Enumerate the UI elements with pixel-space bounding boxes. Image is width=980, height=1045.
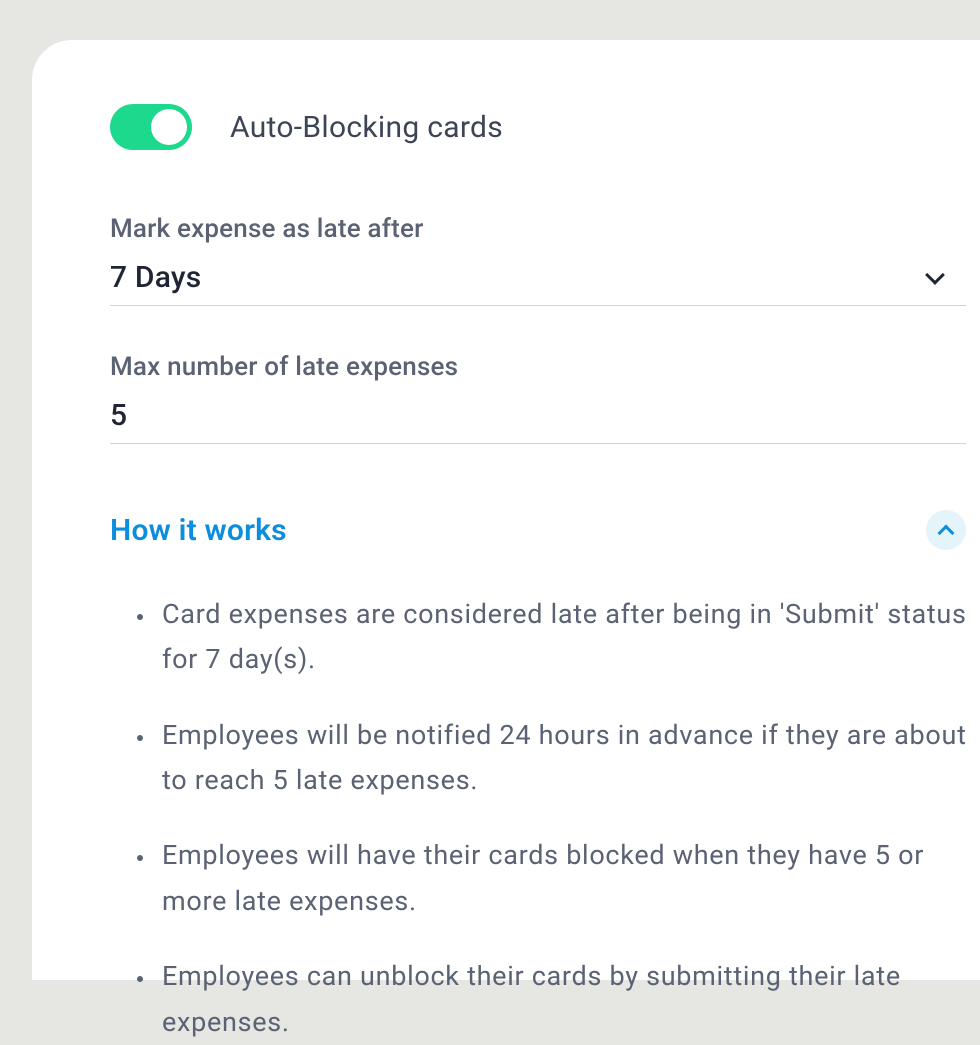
mark-late-select[interactable]: 7 Days bbox=[110, 260, 966, 306]
mark-late-label: Mark expense as late after bbox=[110, 214, 980, 244]
toggle-knob bbox=[151, 109, 187, 145]
auto-blocking-label: Auto-Blocking cards bbox=[230, 110, 503, 145]
list-item: Employees will be notified 24 hours in a… bbox=[156, 713, 970, 804]
settings-card: Auto-Blocking cards Mark expense as late… bbox=[32, 40, 980, 980]
how-it-works-header[interactable]: How it works bbox=[110, 510, 966, 550]
auto-blocking-row: Auto-Blocking cards bbox=[110, 104, 980, 150]
max-late-input[interactable]: 5 bbox=[110, 398, 966, 444]
max-late-label: Max number of late expenses bbox=[110, 352, 980, 382]
collapse-button[interactable] bbox=[926, 510, 966, 550]
chevron-down-icon bbox=[925, 265, 945, 285]
how-it-works-list: Card expenses are considered late after … bbox=[110, 592, 970, 1045]
how-it-works-title: How it works bbox=[110, 513, 287, 548]
max-late-field: Max number of late expenses 5 bbox=[110, 352, 980, 444]
max-late-value: 5 bbox=[110, 398, 127, 433]
list-item: Employees can unblock their cards by sub… bbox=[156, 954, 970, 1045]
list-item: Employees will have their cards blocked … bbox=[156, 833, 970, 924]
chevron-up-icon bbox=[938, 524, 955, 541]
mark-late-value: 7 Days bbox=[110, 260, 201, 295]
mark-late-field: Mark expense as late after 7 Days bbox=[110, 214, 980, 306]
list-item: Card expenses are considered late after … bbox=[156, 592, 970, 683]
auto-blocking-toggle[interactable] bbox=[110, 104, 192, 150]
